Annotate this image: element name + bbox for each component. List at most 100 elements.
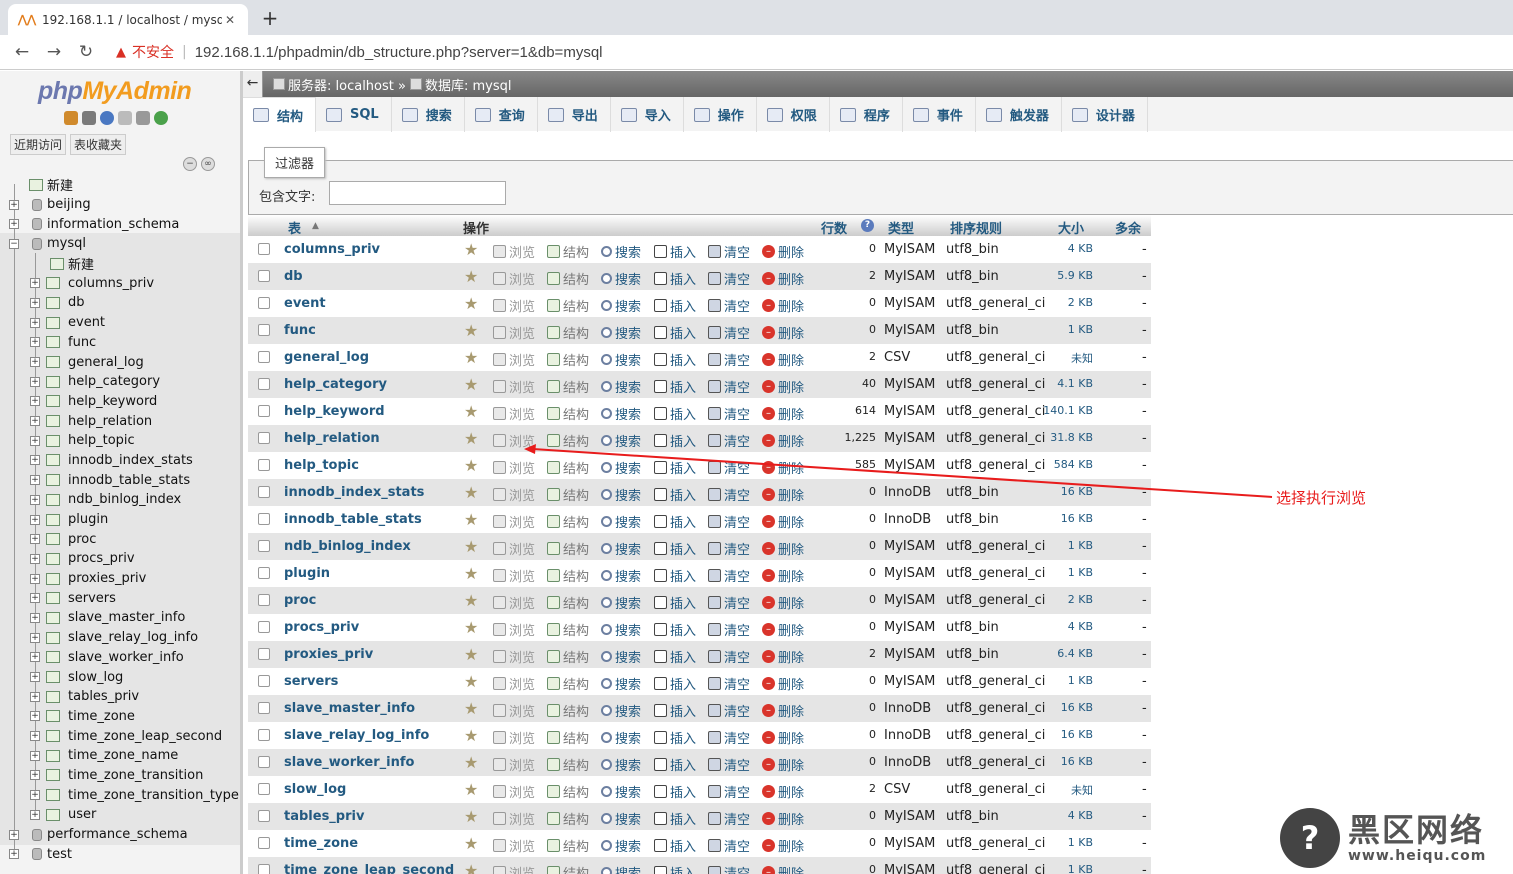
favorite-star-icon[interactable]: ★ — [464, 402, 478, 421]
favorite-tables-button[interactable]: 表收藏夹 — [70, 134, 127, 155]
tree-item[interactable]: + performance_schema — [0, 825, 240, 845]
tab-10[interactable]: 触发器 — [976, 97, 1062, 132]
tree-expand-icon[interactable]: + — [30, 711, 40, 722]
favorite-star-icon[interactable]: ★ — [464, 537, 478, 556]
reload-button[interactable]: ↻ — [70, 42, 102, 62]
action-search[interactable]: 搜索 — [601, 836, 641, 855]
tree-item[interactable]: + plugin — [0, 510, 240, 530]
tree-item[interactable]: + slave_master_info — [0, 608, 240, 628]
row-checkbox[interactable] — [258, 567, 270, 579]
table-name-link[interactable]: time_zone — [284, 836, 358, 851]
favorite-star-icon[interactable]: ★ — [464, 375, 478, 394]
table-name-link[interactable]: proxies_priv — [284, 647, 373, 662]
table-name-link[interactable]: db — [284, 269, 303, 284]
action-structure[interactable]: 结构 — [547, 377, 589, 396]
tree-expand-icon[interactable]: + — [30, 357, 40, 368]
table-name-link[interactable]: help_keyword — [284, 404, 385, 419]
action-search[interactable]: 搜索 — [601, 620, 641, 639]
table-name-link[interactable]: general_log — [284, 350, 369, 365]
action-drop[interactable]: –删除 — [762, 674, 804, 693]
action-drop[interactable]: –删除 — [762, 836, 804, 855]
logout-icon[interactable] — [82, 111, 96, 125]
action-structure[interactable]: 结构 — [547, 836, 589, 855]
table-name-link[interactable]: servers — [284, 674, 338, 689]
action-browse[interactable]: 浏览 — [493, 296, 535, 315]
action-empty[interactable]: 清空 — [708, 296, 750, 315]
table-name-link[interactable]: innodb_index_stats — [284, 485, 424, 500]
action-drop[interactable]: –删除 — [762, 809, 804, 828]
action-structure[interactable]: 结构 — [547, 728, 589, 747]
tree-item[interactable]: + slave_relay_log_info — [0, 628, 240, 648]
tree-item[interactable]: + time_zone_transition — [0, 766, 240, 786]
action-empty[interactable]: 清空 — [708, 269, 750, 288]
action-browse[interactable]: 浏览 — [493, 836, 535, 855]
help-icon[interactable] — [100, 111, 114, 125]
action-search[interactable]: 搜索 — [601, 674, 641, 693]
action-browse[interactable]: 浏览 — [493, 647, 535, 666]
action-browse[interactable]: 浏览 — [493, 269, 535, 288]
action-drop[interactable]: –删除 — [762, 647, 804, 666]
table-size[interactable]: 4.1 KB — [1057, 377, 1093, 390]
row-checkbox[interactable] — [258, 864, 270, 874]
action-structure[interactable]: 结构 — [547, 647, 589, 666]
action-insert[interactable]: 插入 — [654, 242, 696, 261]
tree-expand-icon[interactable]: + — [30, 435, 40, 446]
favorite-star-icon[interactable]: ★ — [464, 618, 478, 637]
favorite-star-icon[interactable]: ★ — [464, 294, 478, 313]
action-browse[interactable]: 浏览 — [493, 728, 535, 747]
favorite-star-icon[interactable]: ★ — [464, 240, 478, 259]
action-browse[interactable]: 浏览 — [493, 539, 535, 558]
action-insert[interactable]: 插入 — [654, 647, 696, 666]
row-checkbox[interactable] — [258, 486, 270, 498]
tree-expand-icon[interactable]: + — [30, 337, 40, 348]
header-type[interactable]: 类型 — [888, 218, 914, 237]
action-drop[interactable]: –删除 — [762, 296, 804, 315]
action-search[interactable]: 搜索 — [601, 728, 641, 747]
tree-expand-icon[interactable]: − — [9, 238, 19, 249]
table-name-link[interactable]: plugin — [284, 566, 330, 581]
tree-expand-icon[interactable]: + — [9, 849, 19, 860]
action-drop[interactable]: –删除 — [762, 782, 804, 801]
action-structure[interactable]: 结构 — [547, 269, 589, 288]
action-drop[interactable]: –删除 — [762, 701, 804, 720]
settings-gear-icon[interactable] — [136, 111, 150, 125]
row-checkbox[interactable] — [258, 351, 270, 363]
tree-expand-icon[interactable]: + — [30, 514, 40, 525]
row-checkbox[interactable] — [258, 702, 270, 714]
tree-expand-icon[interactable]: + — [30, 416, 40, 427]
tree-item[interactable]: + innodb_table_stats — [0, 470, 240, 490]
action-structure[interactable]: 结构 — [547, 674, 589, 693]
action-insert[interactable]: 插入 — [654, 863, 696, 874]
action-search[interactable]: 搜索 — [601, 323, 641, 342]
address-bar[interactable]: ▲ 不安全 | 192.168.1.1/phpadmin/db_structur… — [102, 35, 603, 70]
action-insert[interactable]: 插入 — [654, 728, 696, 747]
table-size[interactable]: 31.8 KB — [1050, 431, 1093, 444]
new-tab-button[interactable]: + — [258, 6, 282, 30]
tree-expand-icon[interactable]: + — [9, 829, 19, 840]
tab-6[interactable]: 操作 — [684, 97, 757, 132]
tree-item[interactable]: + help_relation — [0, 411, 240, 431]
action-empty[interactable]: 清空 — [708, 404, 750, 423]
tree-item[interactable]: − mysql — [0, 234, 240, 254]
action-drop[interactable]: –删除 — [762, 323, 804, 342]
table-size[interactable]: 1 KB — [1068, 566, 1093, 579]
tree-expand-icon[interactable]: + — [30, 652, 40, 663]
action-insert[interactable]: 插入 — [654, 539, 696, 558]
table-name-link[interactable]: columns_priv — [284, 242, 380, 257]
row-checkbox[interactable] — [258, 270, 270, 282]
action-drop[interactable]: –删除 — [762, 350, 804, 369]
favorite-star-icon[interactable]: ★ — [464, 429, 478, 448]
row-checkbox[interactable] — [258, 837, 270, 849]
insecure-label[interactable]: 不安全 — [132, 42, 174, 62]
action-empty[interactable]: 清空 — [708, 647, 750, 666]
action-search[interactable]: 搜索 — [601, 755, 641, 774]
action-insert[interactable]: 插入 — [654, 323, 696, 342]
action-insert[interactable]: 插入 — [654, 755, 696, 774]
table-size[interactable]: 2 KB — [1068, 296, 1093, 309]
tab-7[interactable]: 权限 — [757, 97, 830, 132]
tab-4[interactable]: 导出 — [538, 97, 611, 132]
favorite-star-icon[interactable]: ★ — [464, 672, 478, 691]
tree-item[interactable]: + time_zone_name — [0, 746, 240, 766]
action-drop[interactable]: –删除 — [762, 863, 804, 874]
action-structure[interactable]: 结构 — [547, 296, 589, 315]
